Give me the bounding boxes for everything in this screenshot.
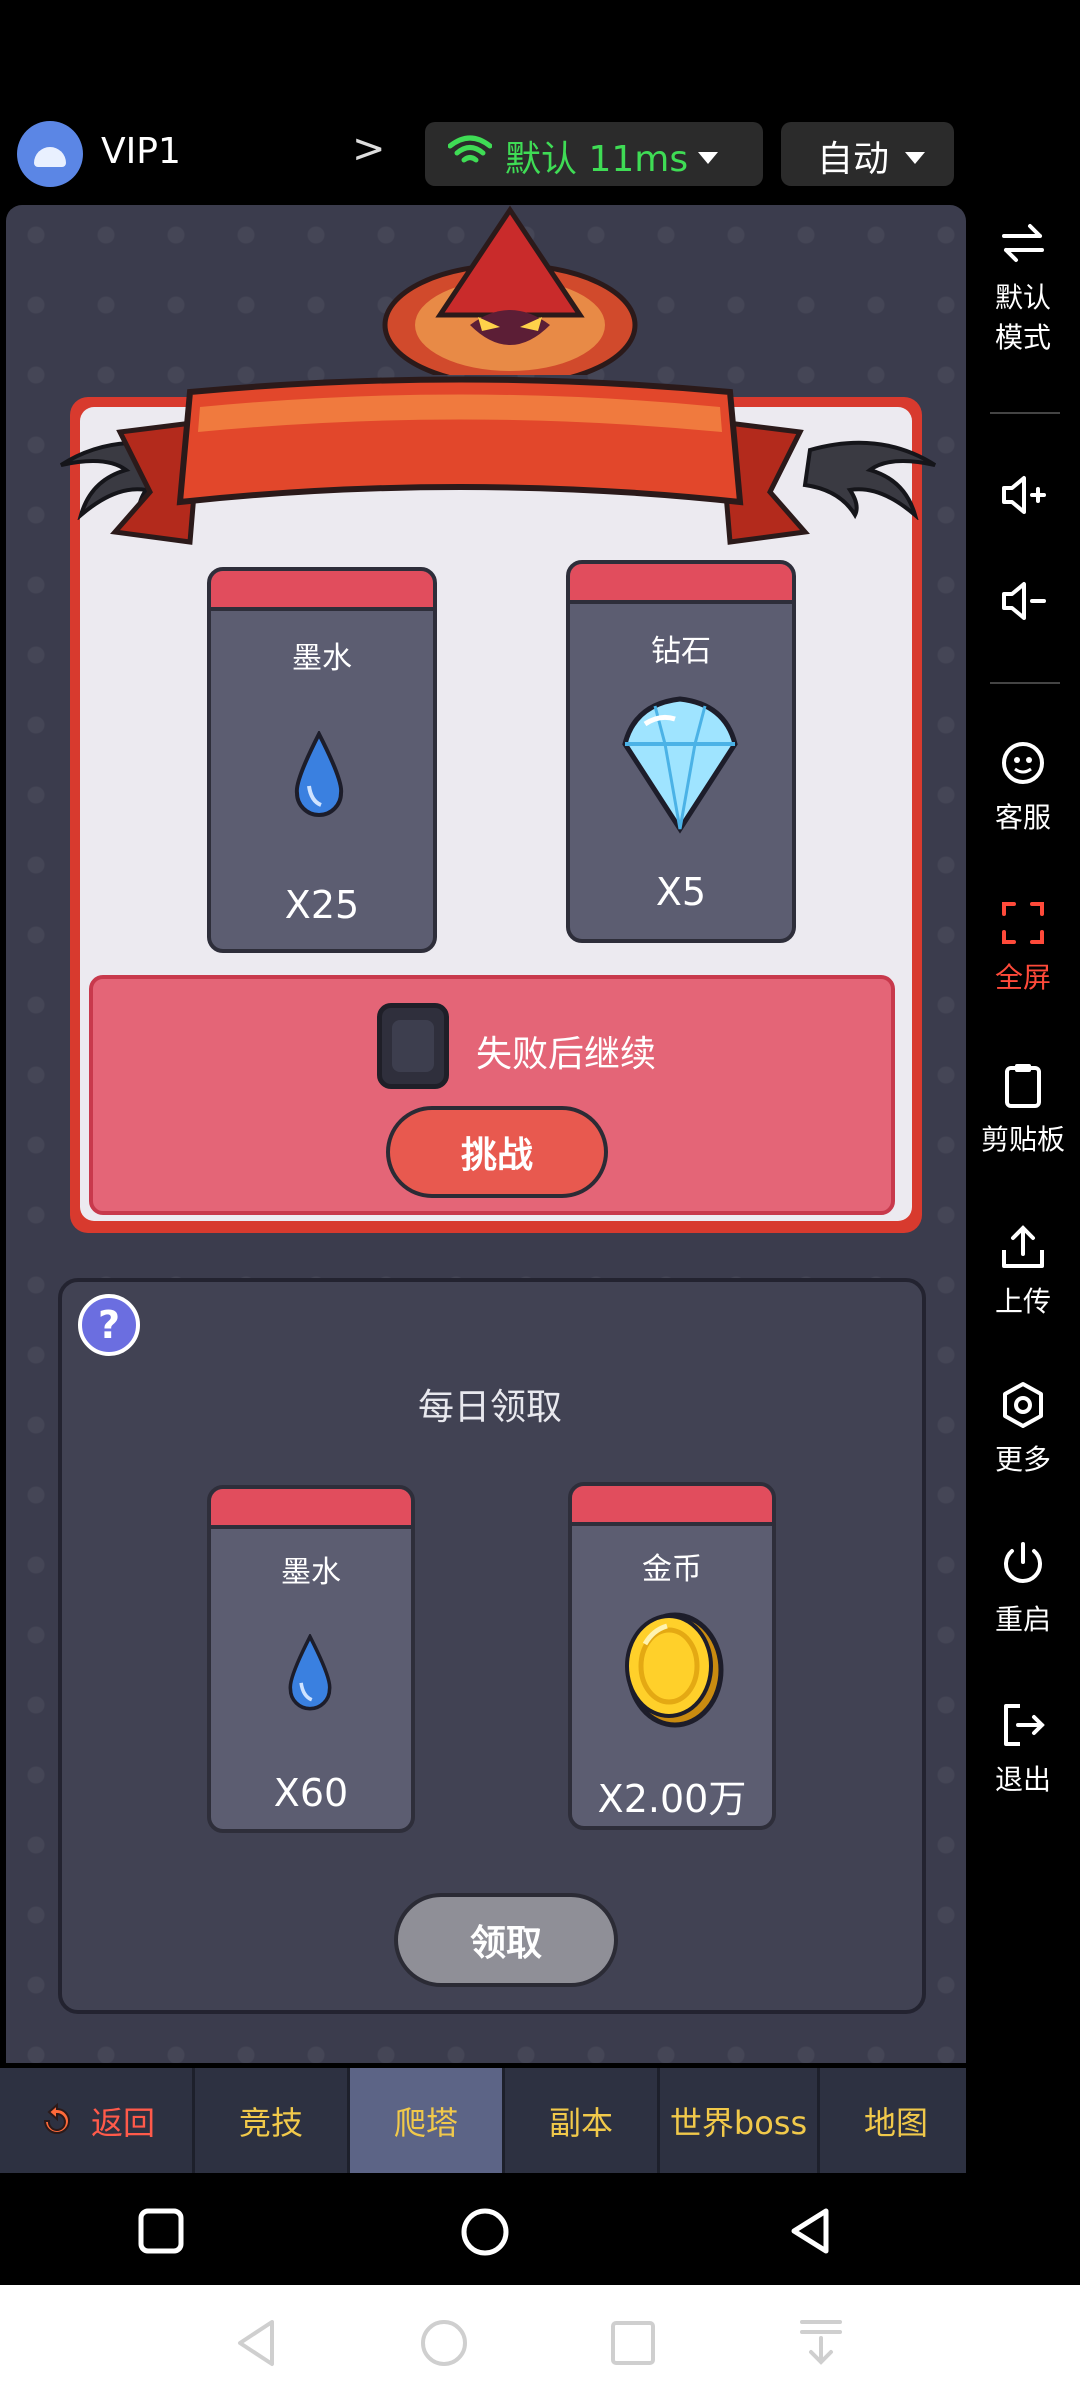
- help-icon[interactable]: ?: [78, 1294, 140, 1356]
- bottom-nav: 返回 竞技 爬塔 副本 世界boss 地图: [0, 2068, 972, 2173]
- monster-emblem-icon: [382, 205, 638, 375]
- nav-back[interactable]: 返回: [0, 2068, 195, 2173]
- claw-decoration-icon: [802, 440, 937, 520]
- swap-arrows-icon: [1002, 224, 1044, 262]
- dropdown-arrow-icon: [905, 152, 925, 164]
- sidebar-support[interactable]: 客服: [966, 738, 1080, 836]
- reward-card-ink: 墨水 X60: [207, 1485, 415, 1833]
- gold-coin-icon: [625, 1612, 724, 1728]
- home-icon[interactable]: [460, 2207, 510, 2257]
- settings-icon: [1003, 1382, 1043, 1428]
- home-icon[interactable]: [419, 2318, 469, 2368]
- continue-after-fail-label: 失败后继续: [476, 1034, 657, 1075]
- nav-label: 世界boss: [669, 2103, 808, 2142]
- nav-label: 竞技: [238, 2103, 303, 2142]
- volume-down-icon: [1002, 582, 1046, 620]
- sidebar-clipboard[interactable]: 剪贴板: [966, 1060, 1080, 1158]
- nav-label: 副本: [548, 2103, 613, 2142]
- wifi-icon: [448, 135, 492, 163]
- reward-title: 墨水: [292, 641, 352, 676]
- sidebar-more-label: 更多: [994, 1443, 1051, 1476]
- vip-label[interactable]: VIP1: [101, 131, 181, 172]
- customer-service-icon: [1002, 742, 1044, 784]
- sidebar-restart[interactable]: 重启: [966, 1540, 1080, 1638]
- clipboard-icon: [1005, 1064, 1041, 1108]
- sidebar-exit-label: 退出: [994, 1763, 1051, 1796]
- back-icon[interactable]: [788, 2207, 832, 2255]
- sidebar-volume-down[interactable]: [966, 576, 1080, 634]
- sidebar-fullscreen[interactable]: 全屏: [966, 898, 1080, 996]
- auto-mode-label: 自动: [817, 139, 890, 180]
- diamond-icon: [622, 696, 738, 834]
- sidebar-mode[interactable]: 默认 模式: [966, 218, 1080, 356]
- sidebar-more[interactable]: 更多: [966, 1380, 1080, 1478]
- reward-title: 钻石: [651, 634, 711, 669]
- reward-card-gold: 金币 X2.00万: [568, 1482, 776, 1830]
- sidebar-exit[interactable]: 退出: [966, 1700, 1080, 1798]
- divider: [990, 682, 1060, 684]
- reward-card-ink: 墨水 X25: [207, 567, 437, 953]
- nav-arena[interactable]: 竞技: [195, 2068, 350, 2173]
- recent-apps-icon[interactable]: [138, 2208, 184, 2254]
- nav-map[interactable]: 地图: [820, 2068, 972, 2173]
- nav-tower[interactable]: 爬塔: [350, 2068, 505, 2173]
- chevron-right-icon[interactable]: >: [352, 126, 386, 172]
- nav-dungeon[interactable]: 副本: [505, 2068, 660, 2173]
- nav-label: 爬塔: [393, 2103, 458, 2142]
- sidebar-upload-label: 上传: [994, 1285, 1051, 1318]
- ink-drop-icon: [294, 731, 344, 817]
- daily-claim-title: 每日领取: [417, 1387, 562, 1428]
- sidebar-restart-label: 重启: [994, 1603, 1051, 1636]
- reward-quantity: X5: [655, 870, 707, 914]
- dropdown-arrow-icon: [698, 152, 718, 164]
- sidebar-fullscreen-label: 全屏: [994, 961, 1051, 994]
- android-avatar-icon[interactable]: [17, 121, 83, 187]
- exit-icon: [1004, 1704, 1045, 1746]
- divider: [990, 412, 1060, 414]
- claim-button[interactable]: 领取: [394, 1893, 618, 1987]
- sidebar-mode-line1: 默认: [994, 281, 1051, 314]
- sidebar-mode-line2: 模式: [994, 321, 1051, 354]
- sidebar-upload[interactable]: 上传: [966, 1222, 1080, 1320]
- back-icon[interactable]: [234, 2318, 278, 2368]
- sidebar-support-label: 客服: [994, 801, 1051, 834]
- volume-up-icon: [1002, 476, 1046, 514]
- nav-world-boss[interactable]: 世界boss: [660, 2068, 820, 2173]
- sidebar-volume-up[interactable]: [966, 470, 1080, 528]
- back-arrow-icon: [43, 2102, 70, 2134]
- recent-apps-icon[interactable]: [610, 2320, 656, 2366]
- fullscreen-icon: [1002, 902, 1044, 944]
- reward-title: 金币: [642, 1552, 702, 1587]
- ink-drop-icon: [288, 1634, 332, 1711]
- upload-icon: [1002, 1225, 1044, 1268]
- continue-after-fail-checkbox[interactable]: [377, 1003, 449, 1089]
- network-label: 默认 11ms: [505, 139, 689, 180]
- reward-quantity: X60: [273, 1771, 349, 1815]
- power-icon: [1004, 1542, 1042, 1583]
- nav-label: 返回: [90, 2103, 155, 2142]
- ribbon-banner: [110, 376, 810, 545]
- hide-keyboard-icon[interactable]: [798, 2318, 844, 2368]
- reward-quantity: X25: [284, 883, 360, 927]
- reward-quantity: X2.00万: [597, 1777, 747, 1821]
- reward-title: 墨水: [281, 1555, 341, 1590]
- challenge-button[interactable]: 挑战: [386, 1106, 608, 1198]
- nav-label: 地图: [863, 2103, 928, 2142]
- sidebar-clipboard-label: 剪贴板: [980, 1123, 1065, 1156]
- secondary-nav-bar: [0, 2285, 1080, 2403]
- reward-card-diamond: 钻石 X5: [566, 560, 796, 943]
